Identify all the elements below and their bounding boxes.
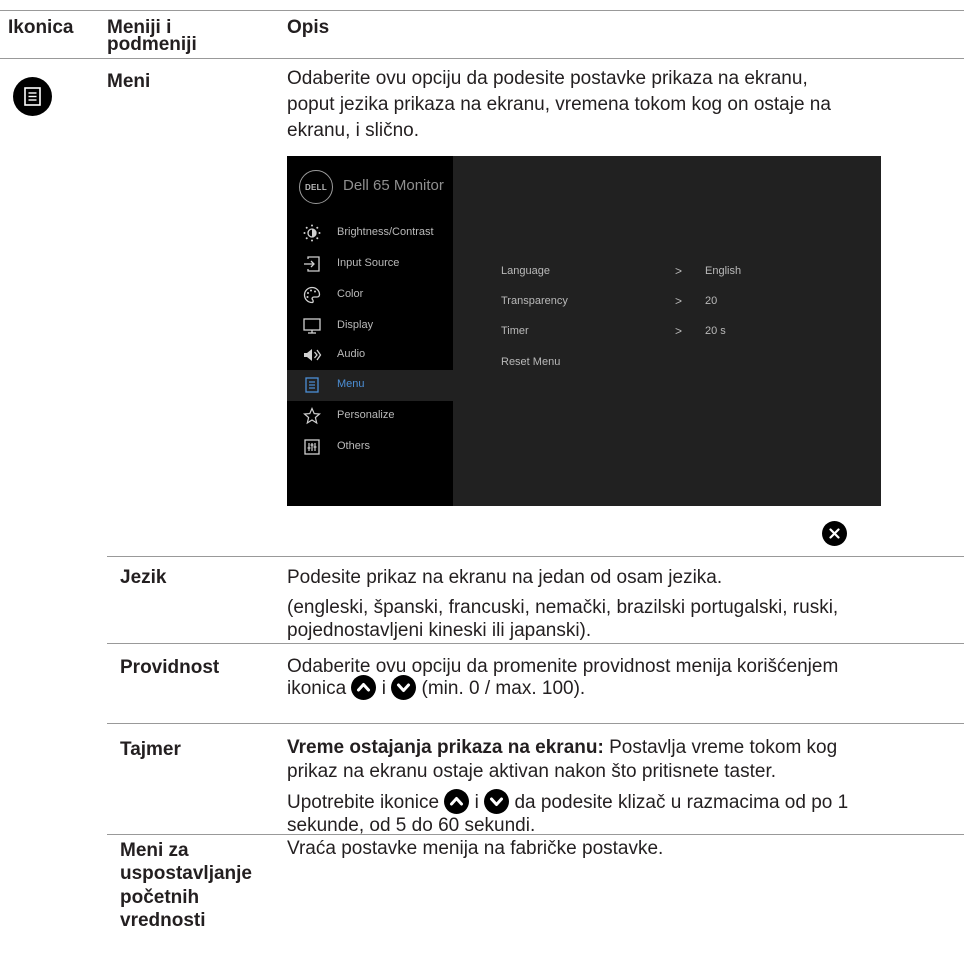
osd-menu-item-display[interactable]: Display [287, 311, 453, 342]
meni-desc-line3: ekranu, i slično. [287, 120, 420, 141]
chevron-right-icon: > [675, 294, 683, 308]
osd-menu-item-personalize[interactable]: Personalize [287, 401, 453, 432]
table-top-rule [0, 10, 964, 11]
submenu-value: 20 [705, 295, 718, 307]
meni-desc-line2: poput jezika prikaza na ekranu, vremena … [287, 94, 831, 115]
submenu-value: 20 s [705, 325, 726, 337]
close-icon[interactable] [822, 521, 847, 546]
submenu-name: Timer [501, 325, 529, 337]
jezik-desc-line3: pojednostavljeni kineski ili japanski). [287, 620, 592, 641]
tajmer-text-c: da podesite klizač u razmacima od po 1 [514, 792, 849, 813]
osd-submenu-language[interactable]: Language > English [501, 263, 881, 279]
osd-menu-label: Input Source [337, 257, 400, 269]
row-label-reset-line3: početnih [120, 887, 200, 908]
row-rule-meni [107, 556, 964, 557]
reset-desc-line1: Vraća postavke menija na fabričke postav… [287, 838, 664, 859]
row-label-reset-line1: Meni za [120, 840, 189, 861]
jezik-desc-line1: Podesite prikaz na ekranu na jedan od os… [287, 567, 723, 588]
submenu-name: Transparency [501, 295, 568, 307]
others-icon [304, 439, 320, 455]
meni-desc-line1: Odaberite ovu opciju da podesite postavk… [287, 68, 808, 89]
brightness-icon [303, 224, 321, 242]
osd-menu-label: Menu [337, 378, 365, 390]
row-label-providnost: Providnost [120, 657, 220, 678]
tajmer-desc-line1: Vreme ostajanja prikaza na ekranu: Posta… [287, 734, 837, 761]
star-icon [303, 407, 321, 425]
osd-menu-item-menu[interactable]: Menu [287, 370, 453, 401]
header-menu-column-line2: podmeniji [107, 34, 197, 55]
chevron-right-icon: > [675, 324, 683, 338]
up-arrow-icon [444, 789, 470, 814]
speaker-icon [304, 349, 322, 361]
providnost-text-c: (min. 0 / max. 100). [421, 678, 586, 699]
tajmer-text-b: i [474, 792, 479, 813]
menu-list-icon [305, 377, 319, 393]
row-rule-providnost [107, 723, 964, 724]
row-label-tajmer: Tajmer [120, 739, 181, 760]
tajmer-desc-line2: prikaz na ekranu ostaje aktivan nakon št… [287, 761, 776, 782]
dell-logo: DELL [299, 170, 333, 204]
osd-menu-item-audio[interactable]: Audio [287, 340, 453, 371]
menu-list-icon [13, 77, 52, 116]
osd-menu-label: Personalize [337, 409, 395, 421]
osd-menu-label: Display [337, 319, 374, 331]
tajmer-text-rest: Postavlja vreme tokom kog [603, 737, 838, 758]
header-description-column: Opis [287, 17, 330, 38]
submenu-name: Language [501, 265, 550, 277]
providnost-desc-line2: ikonica i (min. 0 / max. 100). [287, 675, 585, 702]
osd-menu-label: Brightness/Contrast [337, 226, 434, 238]
color-palette-icon [303, 286, 321, 304]
osd-menu-item-brightness[interactable]: Brightness/Contrast [287, 218, 453, 249]
display-icon [303, 318, 321, 334]
osd-submenu-panel: Language > English Transparency > 20 Tim… [453, 156, 881, 506]
header-icon-column: Ikonica [8, 17, 74, 38]
osd-menu-label: Others [337, 440, 371, 452]
down-arrow-icon [484, 789, 510, 814]
chevron-right-icon: > [675, 264, 683, 278]
row-label-reset-line2: uspostavljanje [120, 863, 252, 884]
down-arrow-icon [391, 675, 417, 700]
osd-submenu-reset-menu[interactable]: Reset Menu [501, 354, 881, 370]
osd-menu-screenshot: DELL Dell 65 Monitor Brightness/Contrast… [287, 156, 881, 506]
osd-title: Dell 65 Monitor [343, 177, 444, 194]
header-rule [0, 58, 964, 59]
submenu-value: English [705, 265, 742, 277]
providnost-text-a: ikonica [287, 678, 347, 699]
tajmer-text-a: Upotrebite ikonice [287, 792, 440, 813]
osd-submenu-timer[interactable]: Timer > 20 s [501, 323, 881, 339]
submenu-name: Reset Menu [501, 356, 561, 368]
osd-menu-item-color[interactable]: Color [287, 280, 453, 311]
osd-submenu-transparency[interactable]: Transparency > 20 [501, 293, 881, 309]
osd-menu-label: Audio [337, 348, 366, 360]
osd-menu-item-input-source[interactable]: Input Source [287, 249, 453, 280]
row-label-meni: Meni [107, 71, 151, 92]
tajmer-bold-heading: Vreme ostajanja prikaza na ekranu: [287, 737, 604, 758]
osd-menu-item-others[interactable]: Others [287, 432, 453, 463]
up-arrow-icon [351, 675, 377, 700]
osd-menu-label: Color [337, 288, 364, 300]
input-source-icon [304, 256, 320, 272]
providnost-text-b: i [381, 678, 386, 699]
row-label-reset-line4: vrednosti [120, 910, 206, 931]
row-label-jezik: Jezik [120, 567, 167, 588]
